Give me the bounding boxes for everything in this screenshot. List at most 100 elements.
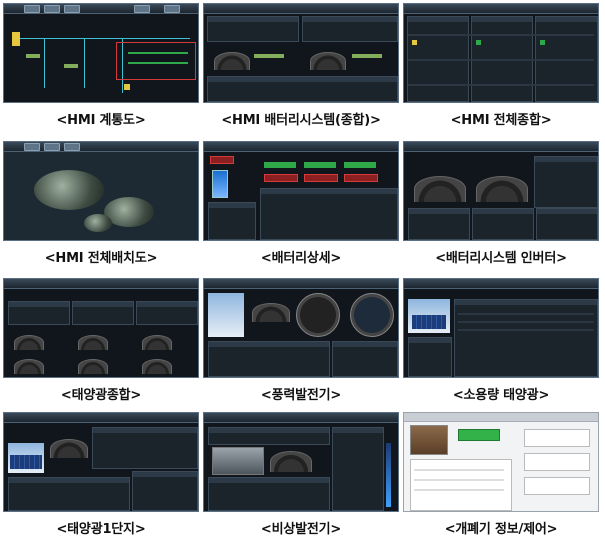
gauge-icon: [310, 52, 346, 70]
panel: [132, 471, 198, 511]
panel: [536, 208, 598, 240]
battery-icon: [212, 170, 228, 198]
toolbar-button[interactable]: [24, 5, 40, 13]
gauge-icon: [214, 52, 250, 70]
control-box[interactable]: [524, 429, 590, 447]
toolbar: [204, 279, 398, 289]
caption-solar-complex-1: <태양광1단지>: [56, 522, 146, 537]
feeder-line: [84, 38, 85, 88]
panel: [408, 337, 452, 377]
panel: [8, 477, 130, 511]
table-row: [458, 313, 594, 315]
panel: [8, 301, 70, 325]
caption-hmi-layout-map: <HMI 전체배치도>: [44, 251, 158, 266]
panel: [472, 208, 534, 240]
toolbar-button[interactable]: [164, 5, 180, 13]
island-map-icon: [34, 170, 104, 210]
status-button[interactable]: [304, 162, 336, 168]
panel: [302, 16, 398, 42]
gauge-icon: [14, 359, 44, 374]
caption-hmi-system-diagram: <HMI 계통도>: [56, 113, 146, 128]
gauge-icon: [50, 439, 88, 458]
highlight-box: [116, 42, 196, 80]
toolbar-button[interactable]: [64, 143, 80, 151]
status-icon: [412, 40, 417, 45]
alarm-button[interactable]: [210, 156, 234, 164]
panel: [208, 477, 330, 511]
data-table-panel: [454, 299, 598, 377]
table-row: [414, 479, 504, 481]
status-button[interactable]: [304, 174, 338, 182]
caption-hmi-total-overview: <HMI 전체종합>: [450, 113, 552, 128]
status-button[interactable]: [264, 162, 296, 168]
wind-turbine-photo: [208, 293, 244, 337]
status-button[interactable]: [344, 162, 376, 168]
panel: [332, 427, 384, 511]
thumbnail-hmi-layout-map[interactable]: [3, 141, 199, 241]
alarm-icon: [124, 84, 130, 90]
panel: [92, 427, 198, 469]
thumbnail-emergency-generator[interactable]: [203, 412, 399, 512]
panel: [332, 341, 398, 377]
transformer-icon: [12, 32, 20, 46]
divider: [408, 59, 594, 61]
thumbnail-battery-detail[interactable]: [203, 141, 399, 241]
toolbar: [404, 142, 598, 152]
gauge-icon: [78, 335, 108, 350]
level-bar: [386, 443, 391, 507]
caption-small-solar: <소용량 태양광>: [452, 388, 550, 403]
toolbar: [4, 413, 198, 423]
window-titlebar: [404, 413, 598, 422]
gauge-icon: [14, 335, 44, 350]
thumbnail-solar-overview[interactable]: [3, 278, 199, 378]
speed-dial-icon: [296, 293, 340, 337]
thumbnail-hmi-battery-overview[interactable]: [203, 3, 399, 103]
panel: [207, 16, 299, 42]
thumbnail-battery-inverter[interactable]: [403, 141, 599, 241]
gauge-icon: [252, 303, 290, 322]
control-box[interactable]: [524, 453, 590, 471]
table-row: [458, 329, 594, 331]
gauge-icon: [142, 335, 172, 350]
status-button[interactable]: [458, 429, 500, 441]
thumbnail-small-solar[interactable]: [403, 278, 599, 378]
info-table: [410, 459, 512, 511]
table-row: [414, 489, 504, 491]
caption-wind-turbine: <풍력발전기>: [260, 388, 342, 403]
status-bar: [128, 62, 188, 64]
gauge-icon: [414, 176, 466, 202]
panel: [208, 202, 256, 240]
gauge-icon: [142, 359, 172, 374]
gauge-icon: [78, 359, 108, 374]
value-readout: [26, 54, 40, 58]
thumbnail-wind-turbine[interactable]: [203, 278, 399, 378]
toolbar: [404, 279, 598, 289]
toolbar-button[interactable]: [64, 5, 80, 13]
generator-photo: [212, 447, 264, 475]
control-box[interactable]: [524, 477, 590, 495]
toolbar-button[interactable]: [134, 5, 150, 13]
caption-battery-inverter: <배터리시스템 인버터>: [435, 251, 567, 266]
toolbar-button[interactable]: [24, 143, 40, 151]
status-button[interactable]: [264, 174, 298, 182]
status-button[interactable]: [344, 174, 378, 182]
thumbnail-hmi-total-overview[interactable]: [403, 3, 599, 103]
panel: [72, 301, 134, 325]
panel: [136, 301, 198, 325]
toolbar-button[interactable]: [44, 143, 60, 151]
toolbar-button[interactable]: [44, 5, 60, 13]
panel: [208, 427, 330, 445]
thumbnail-hmi-system-diagram[interactable]: [3, 3, 199, 103]
panel: [208, 341, 330, 377]
thumbnail-solar-complex-1[interactable]: [3, 412, 199, 512]
thumbnail-switchgear-control[interactable]: [403, 412, 599, 512]
toolbar: [204, 142, 398, 152]
caption-hmi-battery-overview: <HMI 배터리시스템(종합)>: [221, 113, 381, 128]
toolbar: [4, 4, 198, 14]
value-readout: [352, 54, 382, 58]
panel: [260, 188, 398, 240]
value-readout: [64, 64, 78, 68]
gauge-icon: [476, 176, 528, 202]
toolbar: [4, 279, 198, 289]
solar-panel-icon: [10, 455, 42, 469]
